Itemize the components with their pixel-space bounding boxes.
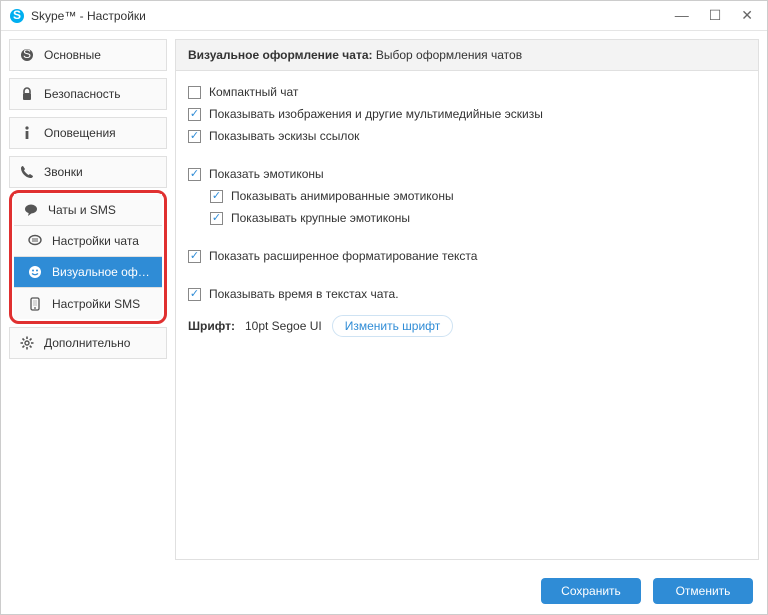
gear-icon [20, 336, 34, 350]
checkbox-link-thumbs[interactable]: Показывать эскизы ссылок [188, 129, 746, 143]
checkbox-animated-emoticons[interactable]: Показывать анимированные эмотиконы [210, 189, 746, 203]
font-row: Шрифт: 10pt Segoe UI Изменить шрифт [188, 315, 746, 337]
checkbox-icon [188, 108, 201, 121]
checkbox-icon [188, 130, 201, 143]
close-button[interactable]: ✕ [741, 7, 753, 24]
checkbox-label: Показывать изображения и другие мультиме… [209, 107, 543, 121]
header-bold: Визуальное оформление чата: [188, 48, 373, 62]
header-rest: Выбор оформления чатов [373, 48, 523, 62]
sidebar: S Основные Безопасность Оповещения Звонк… [9, 39, 167, 560]
skype-icon: S [20, 48, 34, 62]
body: S Основные Безопасность Оповещения Звонк… [1, 31, 767, 568]
checkbox-icon [188, 86, 201, 99]
checkbox-icon [188, 288, 201, 301]
checkbox-large-emoticons[interactable]: Показывать крупные эмотиконы [210, 211, 746, 225]
sidebar-item-label: Настройки чата [52, 234, 139, 248]
titlebar: S Skype™ - Настройки — ☐ ✕ [1, 1, 767, 31]
checkbox-icon [210, 190, 223, 203]
svg-text:S: S [13, 8, 21, 22]
sidebar-item-calls[interactable]: Звонки [9, 156, 167, 188]
sidebar-item-label: Настройки SMS [52, 297, 140, 311]
save-button[interactable]: Сохранить [541, 578, 641, 604]
settings-window: S Skype™ - Настройки — ☐ ✕ S Основные Бе… [0, 0, 768, 615]
phone-icon [20, 165, 34, 179]
sidebar-item-sms-settings[interactable]: Настройки SMS [14, 287, 162, 319]
info-icon [20, 126, 34, 140]
skype-logo-icon: S [9, 8, 25, 24]
checkbox-icon [188, 250, 201, 263]
checkbox-label: Показать эмотиконы [209, 167, 324, 181]
footer: Сохранить Отменить [1, 568, 767, 614]
checkbox-label: Компактный чат [209, 85, 298, 99]
sidebar-item-label: Основные [44, 48, 101, 62]
window-controls: — ☐ ✕ [675, 7, 753, 24]
sidebar-item-additional[interactable]: Дополнительно [9, 327, 167, 359]
checkbox-icon [210, 212, 223, 225]
sidebar-item-chat-settings[interactable]: Настройки чата [14, 225, 162, 257]
sms-icon [28, 297, 42, 311]
content-body: Компактный чат Показывать изображения и … [176, 71, 758, 559]
sidebar-item-notifications[interactable]: Оповещения [9, 117, 167, 149]
sidebar-item-label: Звонки [44, 165, 83, 179]
sidebar-item-security[interactable]: Безопасность [9, 78, 167, 110]
window-title: Skype™ - Настройки [31, 9, 675, 23]
font-value: 10pt Segoe UI [245, 319, 322, 333]
checkbox-formatting[interactable]: Показать расширенное форматирование текс… [188, 249, 746, 263]
checkbox-show-images[interactable]: Показывать изображения и другие мультиме… [188, 107, 746, 121]
cancel-button[interactable]: Отменить [653, 578, 753, 604]
sidebar-item-chats-sms[interactable]: Чаты и SMS [14, 194, 162, 226]
checkbox-compact-chat[interactable]: Компактный чат [188, 85, 746, 99]
checkbox-show-time[interactable]: Показывать время в текстах чата. [188, 287, 746, 301]
chat-lines-icon [28, 234, 42, 248]
sidebar-item-label: Дополнительно [44, 336, 130, 350]
sidebar-item-label: Визуальное оформле... [52, 265, 152, 279]
checkbox-label: Показывать время в текстах чата. [209, 287, 399, 301]
maximize-button[interactable]: ☐ [709, 7, 722, 24]
checkbox-label: Показывать крупные эмотиконы [231, 211, 410, 225]
change-font-button[interactable]: Изменить шрифт [332, 315, 454, 337]
sidebar-item-visual-style[interactable]: Визуальное оформле... [14, 256, 162, 288]
smiley-icon [28, 265, 42, 279]
checkbox-emoticons[interactable]: Показать эмотиконы [188, 167, 746, 181]
font-label: Шрифт: [188, 319, 235, 333]
sidebar-item-label: Чаты и SMS [48, 203, 116, 217]
checkbox-label: Показать расширенное форматирование текс… [209, 249, 477, 263]
content-panel: Визуальное оформление чата: Выбор оформл… [175, 39, 759, 560]
lock-icon [20, 87, 34, 101]
checkbox-label: Показывать эскизы ссылок [209, 129, 359, 143]
sidebar-item-label: Безопасность [44, 87, 121, 101]
checkbox-label: Показывать анимированные эмотиконы [231, 189, 454, 203]
sidebar-item-general[interactable]: S Основные [9, 39, 167, 71]
chat-bubble-icon [24, 203, 38, 217]
highlighted-group: Чаты и SMS Настройки чата Визуальное офо… [9, 190, 167, 324]
svg-text:S: S [23, 48, 31, 61]
minimize-button[interactable]: — [675, 7, 689, 24]
checkbox-icon [188, 168, 201, 181]
sidebar-item-label: Оповещения [44, 126, 116, 140]
content-header: Визуальное оформление чата: Выбор оформл… [176, 40, 758, 71]
